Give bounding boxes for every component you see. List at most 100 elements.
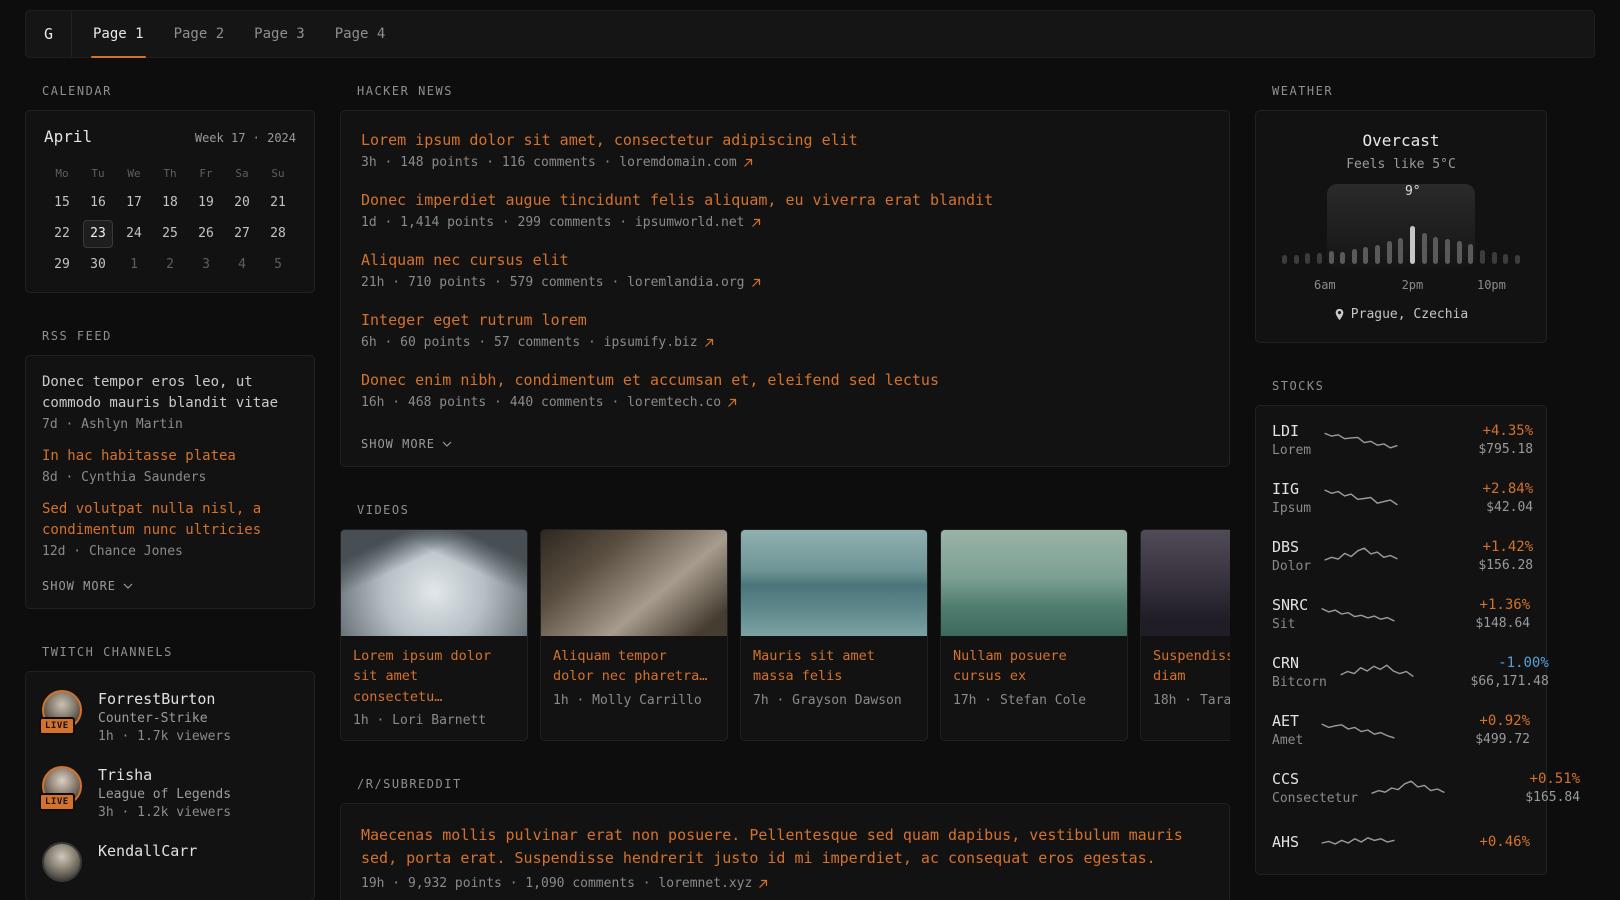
location-pin-icon [1334, 308, 1345, 321]
video-title-link[interactable]: Lorem ipsum dolor sit amet consectetu… [353, 646, 515, 707]
news-title-link[interactable]: Lorem ipsum dolor sit amet, consectetur … [361, 131, 1209, 149]
calendar-day-next-month: 1 [116, 249, 152, 280]
rss-meta: 7d · Ashlyn Martin [42, 417, 298, 432]
stock-sparkline-chart [1320, 599, 1396, 629]
weather-bar [1282, 255, 1287, 264]
stock-row[interactable]: IIG Ipsum +2.84% $42.04 [1256, 469, 1546, 527]
external-link-icon[interactable] [751, 278, 761, 288]
channel-game: League of Legends [98, 787, 231, 802]
weather-bar [1363, 247, 1368, 264]
channel-name: KendallCarr [98, 842, 197, 860]
video-card[interactable]: Mauris sit amet massa felis 7h · Grayson… [740, 529, 928, 741]
stock-row[interactable]: AET Amet +0.92% $499.72 [1256, 701, 1546, 759]
video-title-link[interactable]: Nullam posuere cursus ex [953, 646, 1115, 687]
app-logo[interactable]: G [26, 11, 72, 57]
news-show-more-button[interactable]: SHOW MORE [361, 437, 452, 451]
external-link-icon[interactable] [727, 398, 737, 408]
rss-show-more-button[interactable]: SHOW MORE [42, 579, 133, 593]
video-thumbnail[interactable] [541, 530, 727, 636]
news-title-link[interactable]: Aliquam nec cursus elit [361, 251, 1209, 269]
stock-sparkline-chart [1320, 828, 1396, 858]
stock-change: +2.84% [1411, 481, 1533, 497]
avatar [42, 842, 82, 882]
stock-values: +2.84% $42.04 [1411, 481, 1533, 515]
rss-title-link[interactable]: In hac habitasse platea [42, 446, 298, 467]
tab-page-3[interactable]: Page 3 [239, 11, 320, 57]
page-tabs: Page 1 Page 2 Page 3 Page 4 [78, 11, 400, 57]
twitch-section: TWITCH CHANNELS LIVE ForrestBurton Count… [25, 645, 315, 900]
video-card[interactable]: Nullam posuere cursus ex 17h · Stefan Co… [940, 529, 1128, 741]
external-link-icon[interactable] [743, 158, 753, 168]
tab-page-1[interactable]: Page 1 [78, 11, 159, 57]
calendar-day: 15 [44, 187, 80, 218]
stock-row[interactable]: CRN Bitcorn -1.00% $66,171.48 [1256, 643, 1546, 701]
calendar-header: April Week 17 · 2024 [44, 127, 296, 146]
twitch-channel-row[interactable]: LIVE ForrestBurton Counter-Strike 1h · 1… [42, 690, 298, 744]
news-title-link[interactable]: Integer eget rutrum lorem [361, 311, 1209, 329]
twitch-channel-row[interactable]: LIVE Trisha League of Legends 3h · 1.2k … [42, 766, 298, 820]
calendar-day-selected: 23 [80, 218, 116, 249]
external-link-icon[interactable] [758, 879, 768, 889]
calendar-month: April [44, 127, 92, 146]
stock-change: +0.92% [1408, 713, 1530, 729]
calendar-day: 20 [224, 187, 260, 218]
weather-bar [1305, 253, 1310, 264]
news-item: Donec enim nibh, condimentum et accumsan… [361, 371, 1209, 410]
show-more-label: SHOW MORE [42, 579, 116, 593]
calendar-day: 25 [152, 218, 188, 249]
video-title-link[interactable]: Mauris sit amet massa felis [753, 646, 915, 687]
video-meta: 17h · Stefan Cole [953, 693, 1115, 708]
video-card[interactable]: Aliquam tempor dolor nec pharetra… 1h · … [540, 529, 728, 741]
weather-location: Prague, Czechia [1274, 307, 1528, 322]
video-thumbnail[interactable] [341, 530, 527, 636]
calendar-day: 26 [188, 218, 224, 249]
stock-info: AHS [1272, 833, 1308, 854]
stock-price: $66,171.48 [1427, 674, 1549, 689]
video-card[interactable]: Lorem ipsum dolor sit amet consectetu… 1… [340, 529, 528, 741]
rss-title-link[interactable]: Sed volutpat nulla nisl, a condimentum n… [42, 499, 298, 541]
video-title-link[interactable]: Suspendisse pretium diam [1153, 646, 1230, 687]
section-title-videos: VIDEOS [357, 503, 1230, 517]
weather-bar [1468, 244, 1473, 264]
news-title-link[interactable]: Donec enim nibh, condimentum et accumsan… [361, 371, 1209, 389]
video-card[interactable]: Suspendisse pretium diam 18h · Tara [1140, 529, 1230, 741]
stock-row[interactable]: AHS +0.46% [1256, 817, 1546, 869]
stock-values: +1.42% $156.28 [1411, 539, 1533, 573]
stock-name: Dolor [1272, 559, 1311, 574]
stock-change: +1.36% [1408, 597, 1530, 613]
rss-widget: Donec tempor eros leo, ut commodo mauris… [25, 355, 315, 609]
news-title-link[interactable]: Donec imperdiet augue tincidunt felis al… [361, 191, 1209, 209]
weather-time-labels: 6am 2pm 10pm [1282, 278, 1520, 294]
stock-row[interactable]: CCS Consectetur +0.51% $165.84 [1256, 759, 1546, 817]
videos-section: VIDEOS Lorem ipsum dolor sit amet consec… [340, 503, 1230, 741]
top-nav-bar: G Page 1 Page 2 Page 3 Page 4 [25, 10, 1595, 58]
weekday-label: Th [152, 160, 188, 187]
video-title-link[interactable]: Aliquam tempor dolor nec pharetra… [553, 646, 715, 687]
video-thumbnail[interactable] [741, 530, 927, 636]
rss-title-link[interactable]: Donec tempor eros leo, ut commodo mauris… [42, 372, 298, 414]
weekday-label: Tu [80, 160, 116, 187]
external-link-icon[interactable] [704, 338, 714, 348]
twitch-channel-row[interactable]: KendallCarr [42, 842, 298, 882]
stock-sparkline-chart [1339, 657, 1415, 687]
time-label: 2pm [1402, 278, 1424, 292]
stock-row[interactable]: DBS Dolor +1.42% $156.28 [1256, 527, 1546, 585]
calendar-day: 24 [116, 218, 152, 249]
section-title-hacker-news: HACKER NEWS [357, 84, 1230, 98]
video-thumbnail[interactable] [1141, 530, 1230, 636]
stock-row[interactable]: SNRC Sit +1.36% $148.64 [1256, 585, 1546, 643]
reddit-post-title-link[interactable]: Maecenas mollis pulvinar erat non posuer… [361, 824, 1209, 871]
tab-page-4[interactable]: Page 4 [320, 11, 401, 57]
avatar-wrap: LIVE [42, 690, 84, 730]
news-meta-text: 21h · 710 points · 579 comments · loreml… [361, 275, 745, 290]
external-link-icon[interactable] [751, 218, 761, 228]
stock-row[interactable]: LDI Lorem +4.35% $795.18 [1256, 411, 1546, 469]
weather-bar [1457, 241, 1462, 264]
weather-bar [1294, 255, 1299, 264]
video-thumbnail[interactable] [941, 530, 1127, 636]
stock-name: Amet [1272, 733, 1308, 748]
weather-bar [1387, 241, 1392, 264]
channel-info: KendallCarr [98, 842, 197, 860]
tab-page-2[interactable]: Page 2 [159, 11, 240, 57]
video-info: Mauris sit amet massa felis 7h · Grayson… [741, 636, 927, 720]
